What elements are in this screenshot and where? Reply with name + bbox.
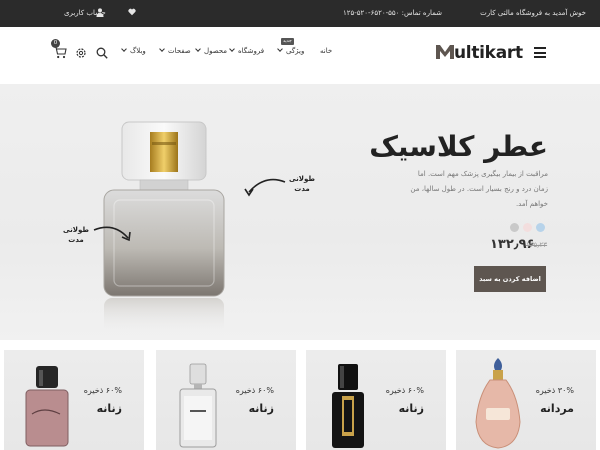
nav-blog[interactable]: وبلاگ [121,46,146,55]
nav-product[interactable]: محصول [195,46,227,55]
site-logo[interactable]: ultikart [436,43,523,65]
color-swatch-gray[interactable] [510,223,519,232]
card-category: زنانه [398,402,424,415]
old-price: ۱۴۵٫۲۳ [526,241,548,249]
card-discount: ۶۰% ذخیره [83,386,122,395]
perfume-bottle-image [475,358,521,449]
collection-card-men[interactable]: ۳۰% ذخیره مردانه [456,350,596,450]
welcome-text: خوش آمدید به فروشگاه مالتی کارت [480,9,586,17]
color-swatch-pink[interactable] [523,223,532,232]
card-category: زنانه [248,402,274,415]
chevron-down-icon [277,46,283,52]
chevron-down-icon [159,46,165,52]
nav-shop[interactable]: فروشگاه [229,46,264,55]
perfume-bottle-image [332,364,364,448]
hero-perfume-image [103,121,225,334]
menu-icon[interactable] [534,47,546,58]
annotation-long-lasting-2: طولانی مدت [63,226,89,244]
logo-text: ultikart [454,43,523,63]
card-category: مردانه [540,402,574,415]
chevron-down-icon [229,46,235,52]
nav-new-badge: جدید [281,38,294,45]
card-discount: ۶۰% ذخیره [385,386,424,395]
collection-banners: ۳۰% ذخیره مردانه ۶۰% ذخیره زنانه ۶۰% ذخی… [0,348,600,450]
annotation-long-lasting-1: طولانی مدت [289,175,315,193]
heart-icon[interactable] [128,8,136,16]
nav-pages[interactable]: صفحات [159,46,191,55]
nav-features[interactable]: ویژگی [277,46,304,55]
collection-card-women-3[interactable]: ۶۰% ذخیره زنانه [4,350,144,450]
cart-count-badge: 0 [51,39,60,48]
nav-home[interactable]: خانه [320,47,332,55]
add-to-cart-button[interactable]: اضافه کردن به سبد [474,266,546,292]
hero-description: مراقبت از بیمار بیگیری پزشک مهم است. اما… [410,170,548,208]
color-swatch-blue[interactable] [536,223,545,232]
phone-text: شماره تماس: ۵۵۰-۶۵۲۰-۵۲۰-۱۲۵ [342,9,442,17]
chevron-down-icon [121,46,127,52]
chevron-down-icon [195,46,201,52]
top-bar: خوش آمدید به فروشگاه مالتی کارت شماره تم… [0,0,600,27]
perfume-bottle-image [179,363,217,448]
collection-card-women-1[interactable]: ۶۰% ذخیره زنانه [306,350,446,450]
phone-number: شماره تماس: ۵۵۰-۶۵۲۰-۵۲۰-۱۲۵ [343,9,442,17]
collection-card-women-2[interactable]: ۶۰% ذخیره زنانه [156,350,296,450]
card-category: زنانه [96,402,122,415]
gear-icon[interactable] [75,47,87,59]
main-header: ultikart خانه ویژگی فروشگاه محصول صفحات … [0,27,600,84]
search-icon[interactable] [96,47,108,59]
curved-arrow-icon [93,226,131,242]
curved-arrow-icon [244,178,286,197]
perfume-bottle-image [25,366,69,447]
logo-m-mark [436,45,454,59]
card-discount: ۶۰% ذخیره [235,386,274,395]
user-icon[interactable] [96,8,104,17]
hero-title: عطر کلاسیک [369,130,548,163]
hero-banner: طولانی مدت طولانی مدت عطر کلاسیک مراقبت … [0,84,600,340]
card-discount: ۳۰% ذخیره [535,386,574,395]
